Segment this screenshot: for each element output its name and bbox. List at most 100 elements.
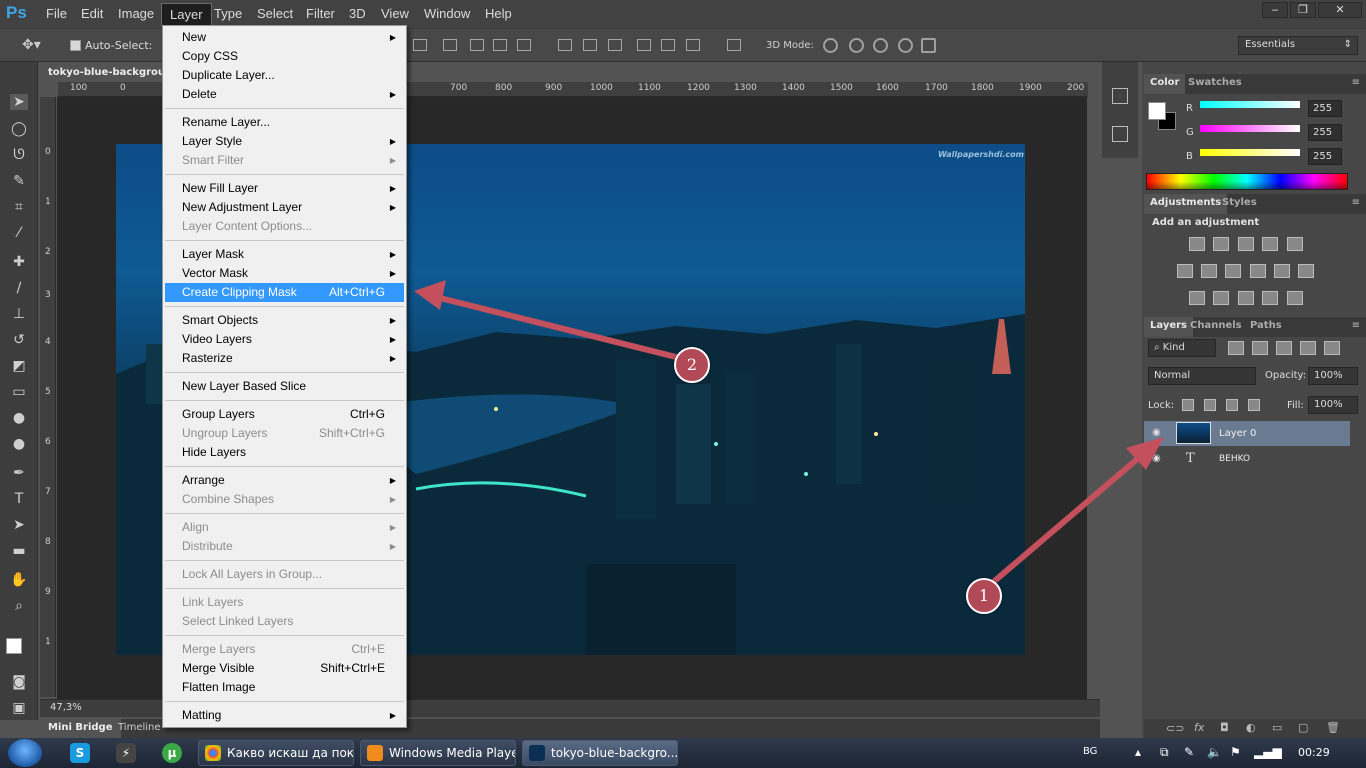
align-bottom-icon[interactable] xyxy=(470,39,484,51)
zoom-tool-icon[interactable]: ⌕ xyxy=(10,598,28,614)
filter-shape-icon[interactable] xyxy=(1300,341,1316,355)
tab-paths[interactable]: Paths xyxy=(1244,317,1288,337)
slider-r[interactable] xyxy=(1200,101,1300,108)
selective-color-icon[interactable] xyxy=(1262,291,1278,305)
delete-layer-icon[interactable]: 🗑 xyxy=(1326,721,1340,734)
auto-align-icon[interactable] xyxy=(727,39,741,51)
lock-position-icon[interactable] xyxy=(1226,399,1238,411)
menu-item-create-clipping-mask[interactable]: Create Clipping Mask Alt+Ctrl+G xyxy=(165,283,404,302)
layer-row-text[interactable]: ◉ T BEHKO xyxy=(1144,447,1350,472)
path-selection-icon[interactable]: ➤ xyxy=(10,517,28,533)
filter-smart-object-icon[interactable] xyxy=(1324,341,1340,355)
menu-item-new[interactable]: New ▶ xyxy=(165,28,404,47)
menu-item-layer-style[interactable]: Layer Style ▶ xyxy=(165,132,404,151)
menu-item-layer-mask[interactable]: Layer Mask ▶ xyxy=(165,245,404,264)
tab-adjustments[interactable]: Adjustments xyxy=(1144,194,1228,214)
tray-app-icon[interactable]: ✎ xyxy=(1184,745,1194,759)
threshold-icon[interactable] xyxy=(1238,291,1254,305)
lasso-tool-icon[interactable]: ᘎ xyxy=(10,147,28,163)
eraser-tool-icon[interactable]: ◩ xyxy=(10,358,28,374)
menu-item-merge-visible[interactable]: Merge Visible Shift+Ctrl+E xyxy=(165,659,404,678)
align-top-icon[interactable] xyxy=(413,39,427,51)
menu-edit[interactable]: Edit xyxy=(81,6,103,21)
menu-item-hide-layers[interactable]: Hide Layers xyxy=(165,443,404,462)
align-hcenter-icon[interactable] xyxy=(517,39,531,51)
foreground-color-chip[interactable] xyxy=(1148,102,1166,120)
zoom-level[interactable]: 47,3% xyxy=(50,702,82,713)
menu-window[interactable]: Window xyxy=(424,6,470,21)
tab-color[interactable]: Color xyxy=(1144,74,1186,94)
task-chrome[interactable]: Какво искаш да пок... xyxy=(198,740,354,766)
value-g[interactable]: 255 xyxy=(1308,124,1342,141)
gradient-map-icon[interactable] xyxy=(1287,291,1303,305)
fill-input[interactable]: 100% xyxy=(1308,396,1358,414)
healing-brush-icon[interactable]: ✚ xyxy=(10,254,28,270)
photo-filter-icon[interactable] xyxy=(1250,264,1266,278)
menu-item-group-layers[interactable]: Group Layers Ctrl+G xyxy=(165,405,404,424)
clone-stamp-icon[interactable]: ⊥ xyxy=(10,306,28,322)
workspace-select[interactable]: Essentials ⇕ xyxy=(1238,36,1358,55)
color-lookup-icon[interactable] xyxy=(1298,264,1314,278)
history-brush-icon[interactable]: ↺ xyxy=(10,332,28,348)
tab-timeline[interactable]: Timeline xyxy=(110,719,169,738)
menu-view[interactable]: View xyxy=(381,6,409,21)
panel-menu-icon[interactable]: ≡ xyxy=(1352,197,1360,208)
new-group-icon[interactable]: ▭ xyxy=(1272,721,1282,734)
lock-all-icon[interactable] xyxy=(1248,399,1260,411)
menu-item-new-fill-layer[interactable]: New Fill Layer ▶ xyxy=(165,179,404,198)
visibility-eye-icon[interactable]: ◉ xyxy=(1152,453,1161,464)
blend-mode-select[interactable]: Normal xyxy=(1148,367,1256,385)
slider-g[interactable] xyxy=(1200,125,1300,132)
drag-3d-icon[interactable] xyxy=(873,38,888,53)
move-tool-icon[interactable]: ➤ xyxy=(10,94,28,110)
menu-type[interactable]: Type xyxy=(214,6,242,21)
color-balance-icon[interactable] xyxy=(1201,264,1217,278)
link-layers-icon[interactable]: ⊂⊃ xyxy=(1166,722,1184,735)
document-tab[interactable]: tokyo-blue-backgrou xyxy=(42,64,164,82)
menu-item-copy-css[interactable]: Copy CSS xyxy=(165,47,404,66)
value-r[interactable]: 255 xyxy=(1308,100,1342,117)
menu-help[interactable]: Help xyxy=(485,6,512,21)
language-indicator[interactable]: BG xyxy=(1083,746,1097,757)
color-spectrum[interactable] xyxy=(1146,173,1348,190)
move-tool-preset-icon[interactable]: ✥▾ xyxy=(22,37,41,53)
layer-row-layer-0[interactable]: ◉ Layer 0 xyxy=(1144,421,1350,446)
foreground-color-swatch[interactable] xyxy=(6,638,22,654)
menu-3d[interactable]: 3D xyxy=(349,6,366,21)
menu-filter[interactable]: Filter xyxy=(306,6,335,21)
add-mask-icon[interactable]: ◘ xyxy=(1220,721,1229,734)
tab-channels[interactable]: Channels xyxy=(1184,317,1248,337)
menu-item-duplicate-layer[interactable]: Duplicate Layer... xyxy=(165,66,404,85)
auto-select-checkbox[interactable]: Auto-Select: xyxy=(70,39,152,52)
roll-3d-icon[interactable] xyxy=(849,38,864,53)
scale-3d-icon[interactable] xyxy=(921,38,936,53)
opacity-input[interactable]: 100% xyxy=(1308,367,1358,385)
distribute-bottom-icon[interactable] xyxy=(608,39,622,51)
adjustment-layer-icon[interactable]: ◐ xyxy=(1246,721,1256,734)
menu-layer[interactable]: Layer xyxy=(161,3,212,25)
curves-icon[interactable] xyxy=(1238,237,1254,251)
channel-mixer-icon[interactable] xyxy=(1274,264,1290,278)
menu-item-flatten-image[interactable]: Flatten Image xyxy=(165,678,404,697)
close-button[interactable]: ✕ xyxy=(1318,2,1362,18)
exposure-icon[interactable] xyxy=(1262,237,1278,251)
blur-tool-icon[interactable]: ● xyxy=(10,410,28,426)
menu-item-matting[interactable]: Matting ▶ xyxy=(165,706,404,725)
tray-expand-icon[interactable]: ▴ xyxy=(1135,745,1141,759)
tab-styles[interactable]: Styles xyxy=(1216,194,1263,214)
align-vcenter-icon[interactable] xyxy=(443,39,457,51)
panel-menu-icon[interactable]: ≡ xyxy=(1352,320,1360,331)
tray-app-icon[interactable]: ⧉ xyxy=(1160,745,1169,760)
hue-saturation-icon[interactable] xyxy=(1177,264,1193,278)
menu-item-rename-layer[interactable]: Rename Layer... xyxy=(165,113,404,132)
menu-item-arrange[interactable]: Arrange ▶ xyxy=(165,471,404,490)
menu-image[interactable]: Image xyxy=(118,6,154,21)
skype-icon[interactable]: S xyxy=(70,743,90,763)
quick-mask-icon[interactable]: ◙ xyxy=(10,674,28,690)
menu-item-new-adjustment-layer[interactable]: New Adjustment Layer ▶ xyxy=(165,198,404,217)
properties-panel-icon[interactable] xyxy=(1112,126,1128,142)
screen-mode-icon[interactable]: ▣ xyxy=(10,700,28,716)
tab-swatches[interactable]: Swatches xyxy=(1182,74,1248,94)
gradient-tool-icon[interactable]: ▭ xyxy=(10,384,28,400)
volume-icon[interactable]: 🔈 xyxy=(1207,745,1222,759)
